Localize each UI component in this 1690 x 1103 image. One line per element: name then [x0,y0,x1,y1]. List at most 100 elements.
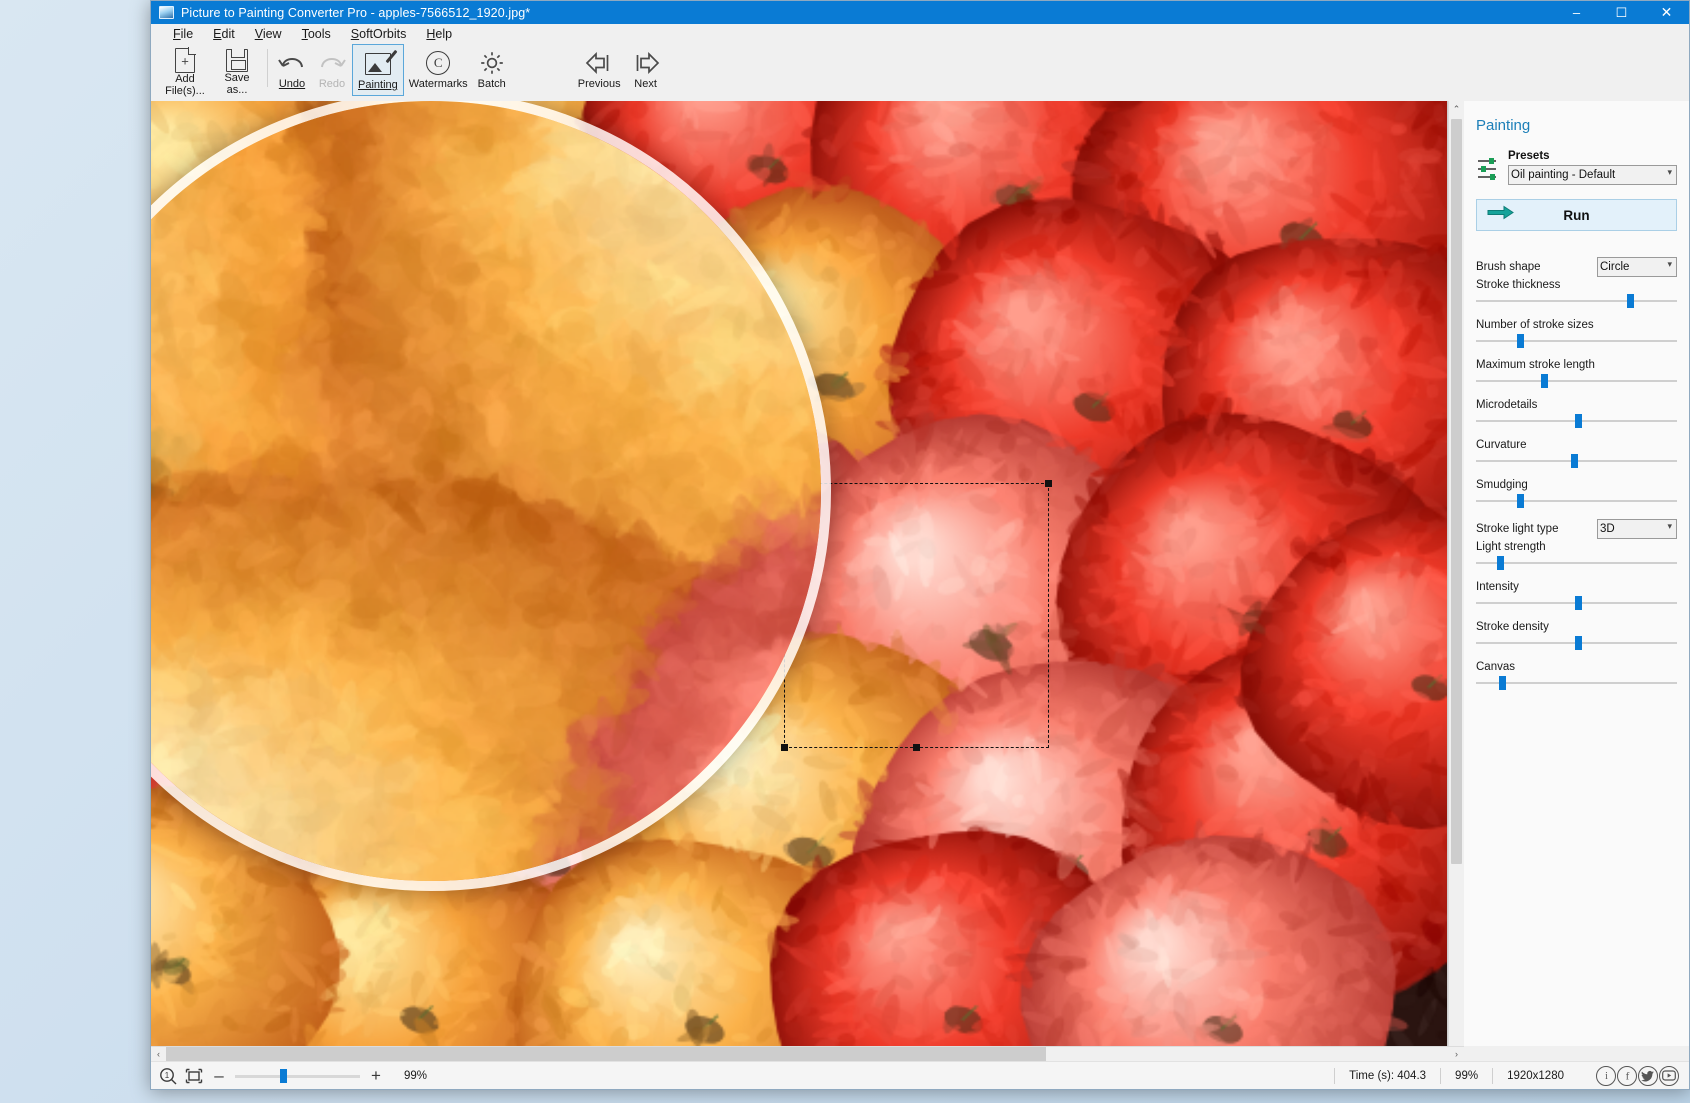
stroke-light-type-combo-wrap: 3D [1597,519,1677,539]
stroke-density-slider[interactable] [1476,636,1677,650]
slider-thumb[interactable] [1575,414,1582,428]
scroll-left-arrow[interactable]: ‹ [151,1049,166,1059]
canvas-slider[interactable] [1476,676,1677,690]
magnifier-one-to-one-icon[interactable]: 1 [159,1067,177,1085]
toolbar-button-save-as[interactable]: Save as... [211,44,263,96]
presets-caption: Presets [1508,150,1550,162]
menu-item-help[interactable]: Help [416,25,462,43]
toolbar-button-batch[interactable]: Batch [473,44,511,96]
brush-shape-combo-wrap: Circle [1597,257,1677,277]
toolbar-button-previous[interactable]: Previous [573,44,626,96]
facebook-icon[interactable]: f [1617,1065,1637,1086]
toolbar-previous-label: Previous [577,78,621,90]
slider-thumb[interactable] [1575,636,1582,650]
menu-item-file[interactable]: File [163,25,203,43]
microdetails-slider[interactable] [1476,414,1677,428]
toolbar-redo-label: Redo [318,78,346,90]
slider-thumb[interactable] [1540,374,1548,388]
slider-track [1476,500,1677,502]
toolbar-button-redo[interactable]: Redo [312,44,352,96]
youtube-icon[interactable] [1659,1065,1679,1086]
slider-group-curvature: Curvature [1476,439,1677,468]
menu-item-view[interactable]: View [245,25,292,43]
zoom-out-button[interactable]: – [211,1067,227,1084]
stroke-thickness-slider[interactable] [1476,294,1677,308]
menu-edit-rest: dit [221,27,235,41]
status-dimensions: 1920x1280 [1492,1067,1578,1084]
toolbar-save-as-label1: Save [224,72,250,84]
toolbar-button-watermarks[interactable]: C Watermarks [404,44,473,96]
scroll-up-arrow[interactable]: ⌃ [1449,101,1464,117]
toolbar-add-files-label2: File(s)... [165,84,205,97]
smudging-slider[interactable] [1476,494,1677,508]
toolbar: Add File(s)... Save as... Undo [151,44,1689,101]
maximize-button[interactable]: ☐ [1599,1,1644,24]
menu-item-edit[interactable]: Edit [203,25,245,43]
stroke-density-label: Stroke density [1476,621,1549,633]
presets-combo-wrap: Oil painting - Default [1508,165,1677,185]
slider-track [1476,562,1677,564]
title-bar: Picture to Painting Converter Pro - appl… [151,1,1689,24]
light-strength-label: Light strength [1476,541,1546,553]
slider-group-smudging: Smudging [1476,479,1677,508]
light-strength-slider[interactable] [1476,556,1677,570]
twitter-icon[interactable] [1638,1065,1658,1086]
canvas-vertical-scrollbar[interactable]: ⌃ [1448,101,1464,1046]
slider-group-intensity: Intensity [1476,581,1677,610]
close-button[interactable]: ✕ [1644,1,1689,24]
curvature-slider[interactable] [1476,454,1677,468]
slider-thumb[interactable] [1496,556,1504,570]
intensity-slider[interactable] [1476,596,1677,610]
smudging-label: Smudging [1476,479,1528,491]
microdetails-label: Microdetails [1476,399,1538,411]
menu-item-softorbits[interactable]: SoftOrbits [341,25,417,43]
toolbar-button-add-files[interactable]: Add File(s)... [159,44,211,96]
run-button[interactable]: Run [1476,199,1677,231]
toolbar-button-next[interactable]: Next [626,44,666,96]
toolbar-button-painting[interactable]: Painting [352,44,404,96]
image-canvas[interactable] [151,101,1448,1046]
horizontal-scroll-track[interactable] [166,1046,1449,1062]
selection-handle-top-right[interactable] [1045,480,1052,487]
menu-tools-rest: ools [307,27,331,41]
slider-thumb[interactable] [1575,596,1582,610]
gear-icon [479,48,505,78]
slider-track [1476,682,1677,684]
zoom-slider-thumb[interactable] [279,1068,287,1083]
canvas-horizontal-scrollbar[interactable]: ‹ › [151,1046,1464,1062]
maximum-stroke-length-slider[interactable] [1476,374,1677,388]
selection-handle-bottom-left[interactable] [781,744,788,751]
slider-thumb[interactable] [1627,294,1635,308]
window-title: Picture to Painting Converter Pro - appl… [181,5,531,20]
zoom-slider[interactable] [235,1068,360,1083]
brush-shape-row: Brush shape Circle [1476,257,1677,277]
horizontal-scroll-thumb[interactable] [166,1046,1046,1062]
number-of-stroke-sizes-slider[interactable] [1476,334,1677,348]
toolbar-undo-label: Undo [278,78,306,90]
slider-thumb[interactable] [1570,454,1578,468]
copyright-icon: C [426,48,451,78]
toolbar-next-label: Next [634,78,657,90]
slider-thumb[interactable] [1498,676,1506,690]
presets-select[interactable]: Oil painting - Default [1508,165,1677,185]
brush-shape-select[interactable]: Circle [1597,257,1677,277]
slider-thumb[interactable] [1516,334,1524,348]
info-icon[interactable]: i [1596,1065,1616,1086]
slider-track [1476,340,1677,342]
vertical-scroll-thumb[interactable] [1451,119,1462,864]
scroll-right-arrow[interactable]: › [1449,1049,1464,1059]
menu-item-tools[interactable]: Tools [292,25,341,43]
stroke-light-type-label: Stroke light type [1476,523,1559,535]
slider-group-number-of-stroke-sizes: Number of stroke sizes [1476,319,1677,348]
svg-text:i: i [1605,1071,1608,1082]
toolbar-button-undo[interactable]: Undo [272,44,312,96]
zoom-in-button[interactable]: + [368,1067,384,1084]
slider-thumb[interactable] [1516,494,1524,508]
undo-arrow-icon [277,48,307,78]
app-icon [159,6,174,19]
redo-arrow-icon [317,48,347,78]
stroke-light-type-select[interactable]: 3D [1597,519,1677,539]
minimize-button[interactable]: – [1554,1,1599,24]
fit-to-window-icon[interactable] [185,1067,203,1085]
selection-handle-bottom-middle[interactable] [912,744,920,751]
